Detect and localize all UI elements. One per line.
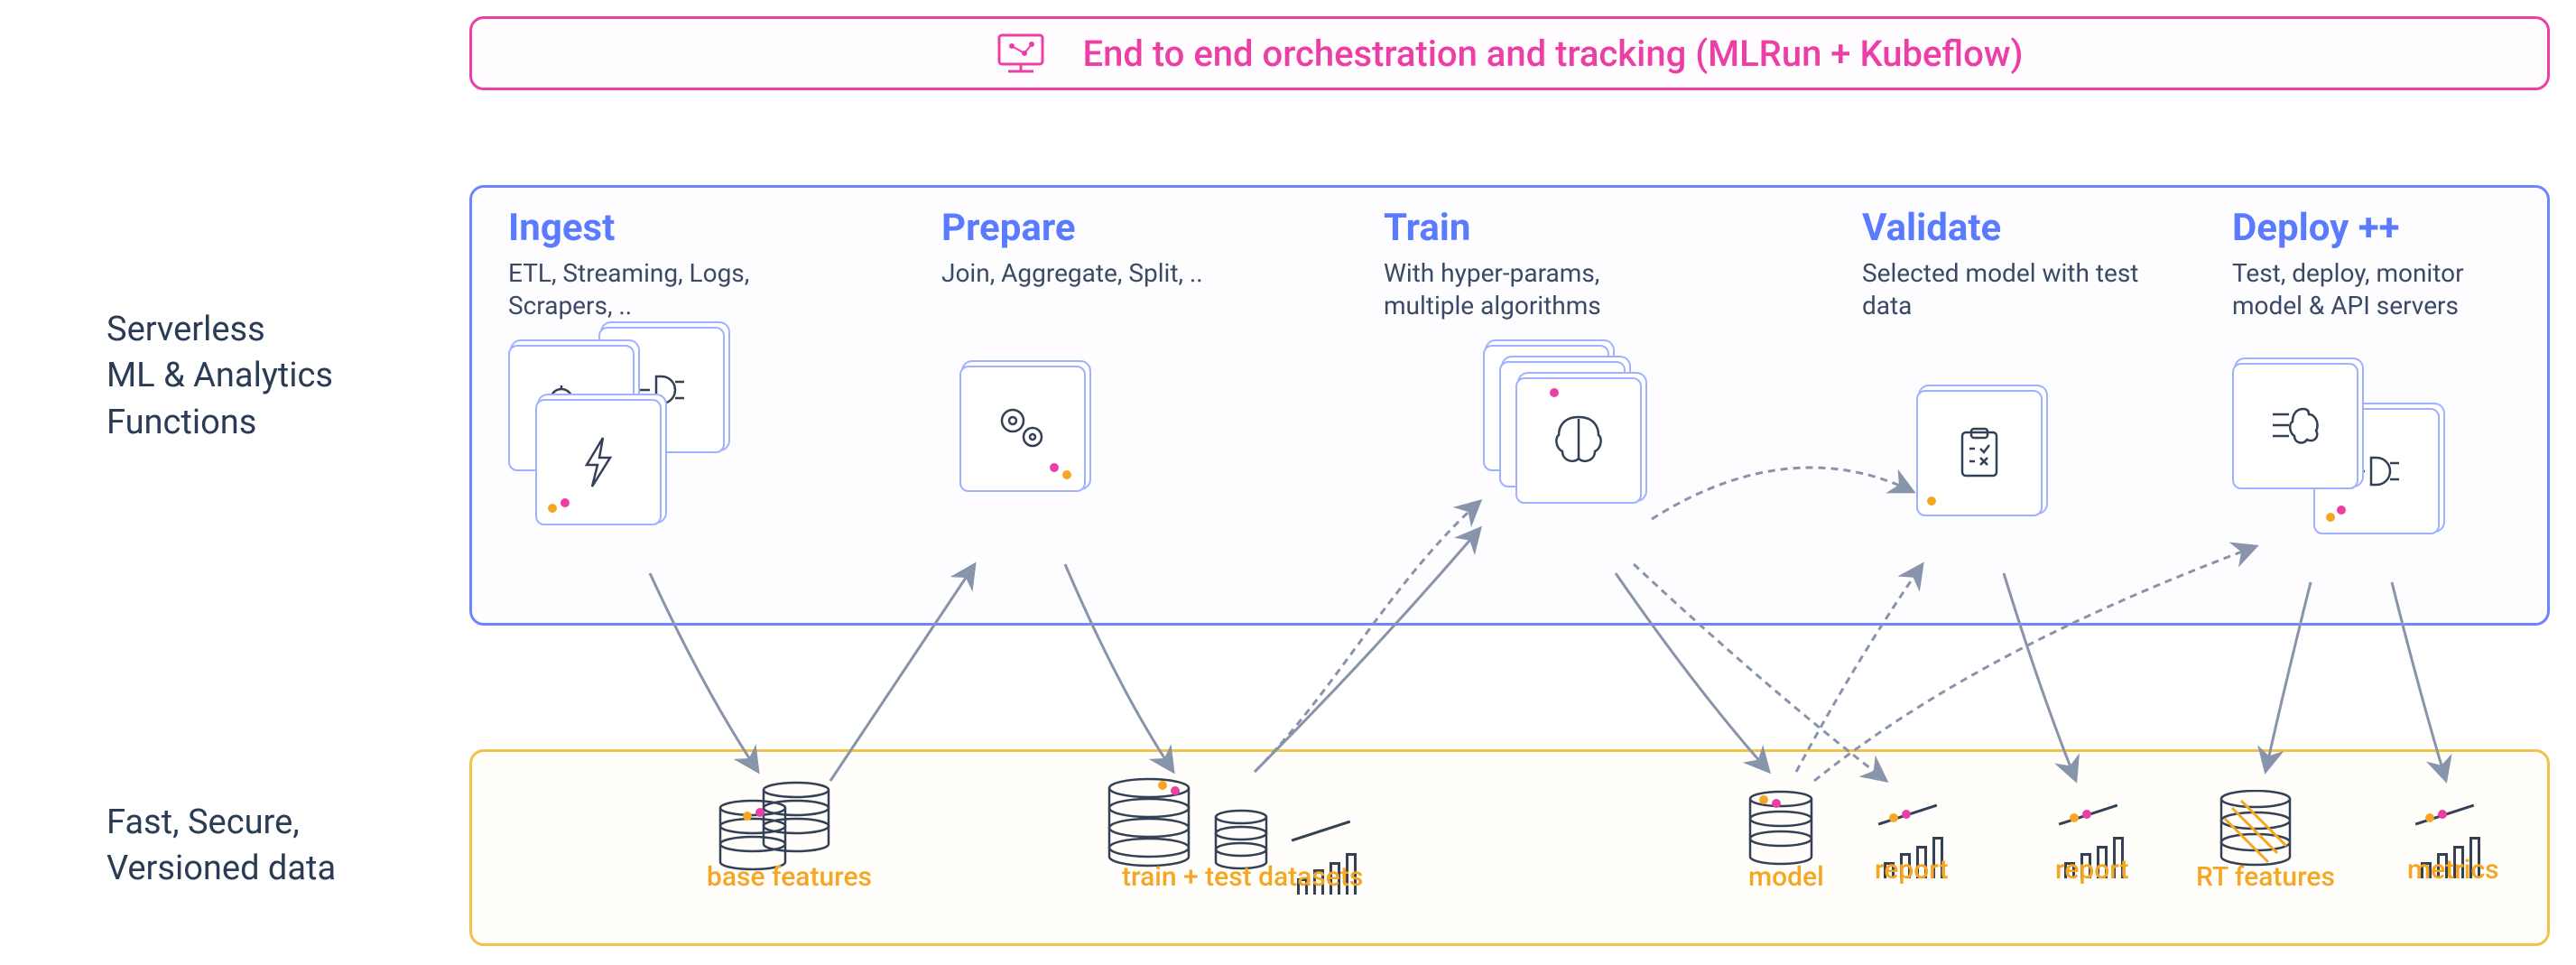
checklist-icon (1948, 422, 2011, 485)
orchestration-title: End to end orchestration and tracking (M… (1082, 32, 2023, 75)
stage-train: Train With hyper-params, multiple algori… (1384, 206, 1718, 543)
data-train-test: train + test datasets (1104, 777, 1393, 886)
label-base-features: base features (707, 861, 872, 893)
orchestration-box: End to end orchestration and tracking (M… (469, 16, 2550, 90)
stage-validate-blocks (1862, 345, 2178, 543)
data-base-features: base features (680, 777, 878, 886)
cube-gears-single (959, 366, 1086, 492)
cube-lightning (535, 399, 662, 525)
lightning-icon (567, 431, 630, 494)
stage-prepare-desc: Join, Aggregate, Split, .. (941, 257, 1239, 290)
data-report1: report (1862, 777, 1961, 878)
cube-brain (1515, 377, 1642, 504)
side-label-functions-text: Serverless ML & Analytics Functions (107, 307, 333, 446)
stage-prepare-title: Prepare (941, 206, 1239, 250)
data-model: model (1736, 777, 1835, 886)
stage-validate-title: Validate (1862, 206, 2178, 250)
side-label-functions: Serverless ML & Analytics Functions (107, 307, 333, 446)
cube-brain-lines (2232, 363, 2358, 489)
label-report1: report (1875, 854, 1949, 886)
cube-checklist (1916, 390, 2043, 516)
stage-train-title: Train (1384, 206, 1718, 250)
data-box: base features train + te (469, 749, 2550, 946)
label-model: model (1748, 861, 1824, 893)
functions-box: Ingest ETL, Streaming, Logs, Scrapers, .… (469, 185, 2550, 626)
side-label-data-text: Fast, Secure, Versioned data (107, 800, 336, 893)
stage-train-desc: With hyper-params, multiple algorithms (1384, 257, 1691, 323)
monitor-pipeline-icon (996, 32, 1046, 75)
data-report2: report (2043, 777, 2142, 878)
stage-prepare-blocks (941, 311, 1239, 510)
data-rt-features: RT features (2196, 777, 2331, 886)
gears-icon (991, 397, 1054, 460)
brain-lines-icon (2264, 394, 2327, 458)
stage-ingest-blocks (508, 345, 851, 543)
label-rt-features: RT features (2196, 861, 2335, 893)
stage-ingest: Ingest ETL, Streaming, Logs, Scrapers, .… (508, 206, 851, 543)
stage-prepare: Prepare Join, Aggregate, Split, .. (941, 206, 1239, 510)
side-label-data: Fast, Secure, Versioned data (107, 800, 336, 893)
stage-validate-desc: Selected model with test data (1862, 257, 2169, 323)
stage-ingest-desc: ETL, Streaming, Logs, Scrapers, .. (508, 257, 815, 323)
stage-validate: Validate Selected model with test data (1862, 206, 2178, 543)
label-report2: report (2055, 854, 2129, 886)
label-train-test: train + test datasets (1122, 861, 1363, 893)
brain-icon (1544, 406, 1613, 475)
stage-deploy-title: Deploy ++ (2232, 206, 2548, 250)
stage-train-blocks (1483, 345, 1718, 543)
stage-deploy-blocks (2232, 345, 2548, 543)
stage-ingest-title: Ingest (508, 206, 851, 250)
stage-deploy: Deploy ++ Test, deploy, monitor model & … (2232, 206, 2548, 543)
data-metrics: metrics (2395, 777, 2503, 878)
label-metrics: metrics (2407, 854, 2499, 886)
stage-deploy-desc: Test, deploy, monitor model & API server… (2232, 257, 2539, 323)
